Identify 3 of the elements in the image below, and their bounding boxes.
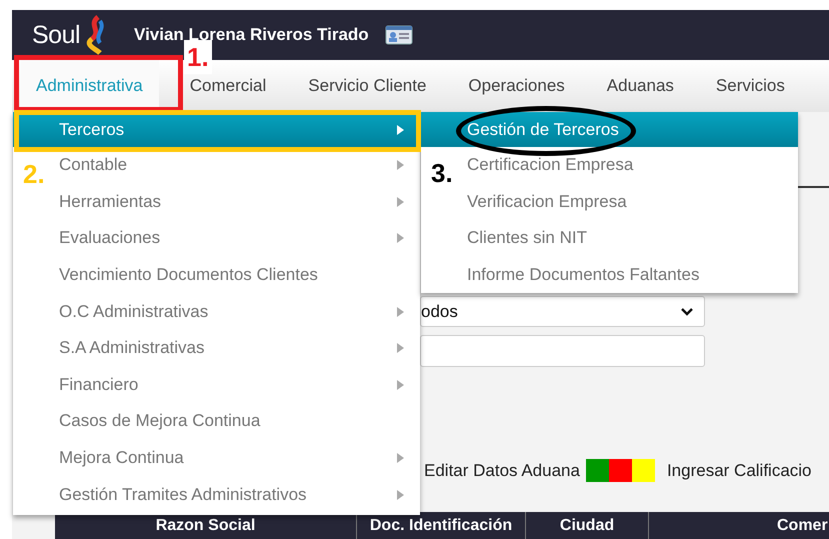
step-number-overlay: 3. bbox=[430, 157, 454, 190]
step-number-overlay: 1. bbox=[184, 40, 212, 74]
logo-text: Soul bbox=[32, 20, 80, 50]
